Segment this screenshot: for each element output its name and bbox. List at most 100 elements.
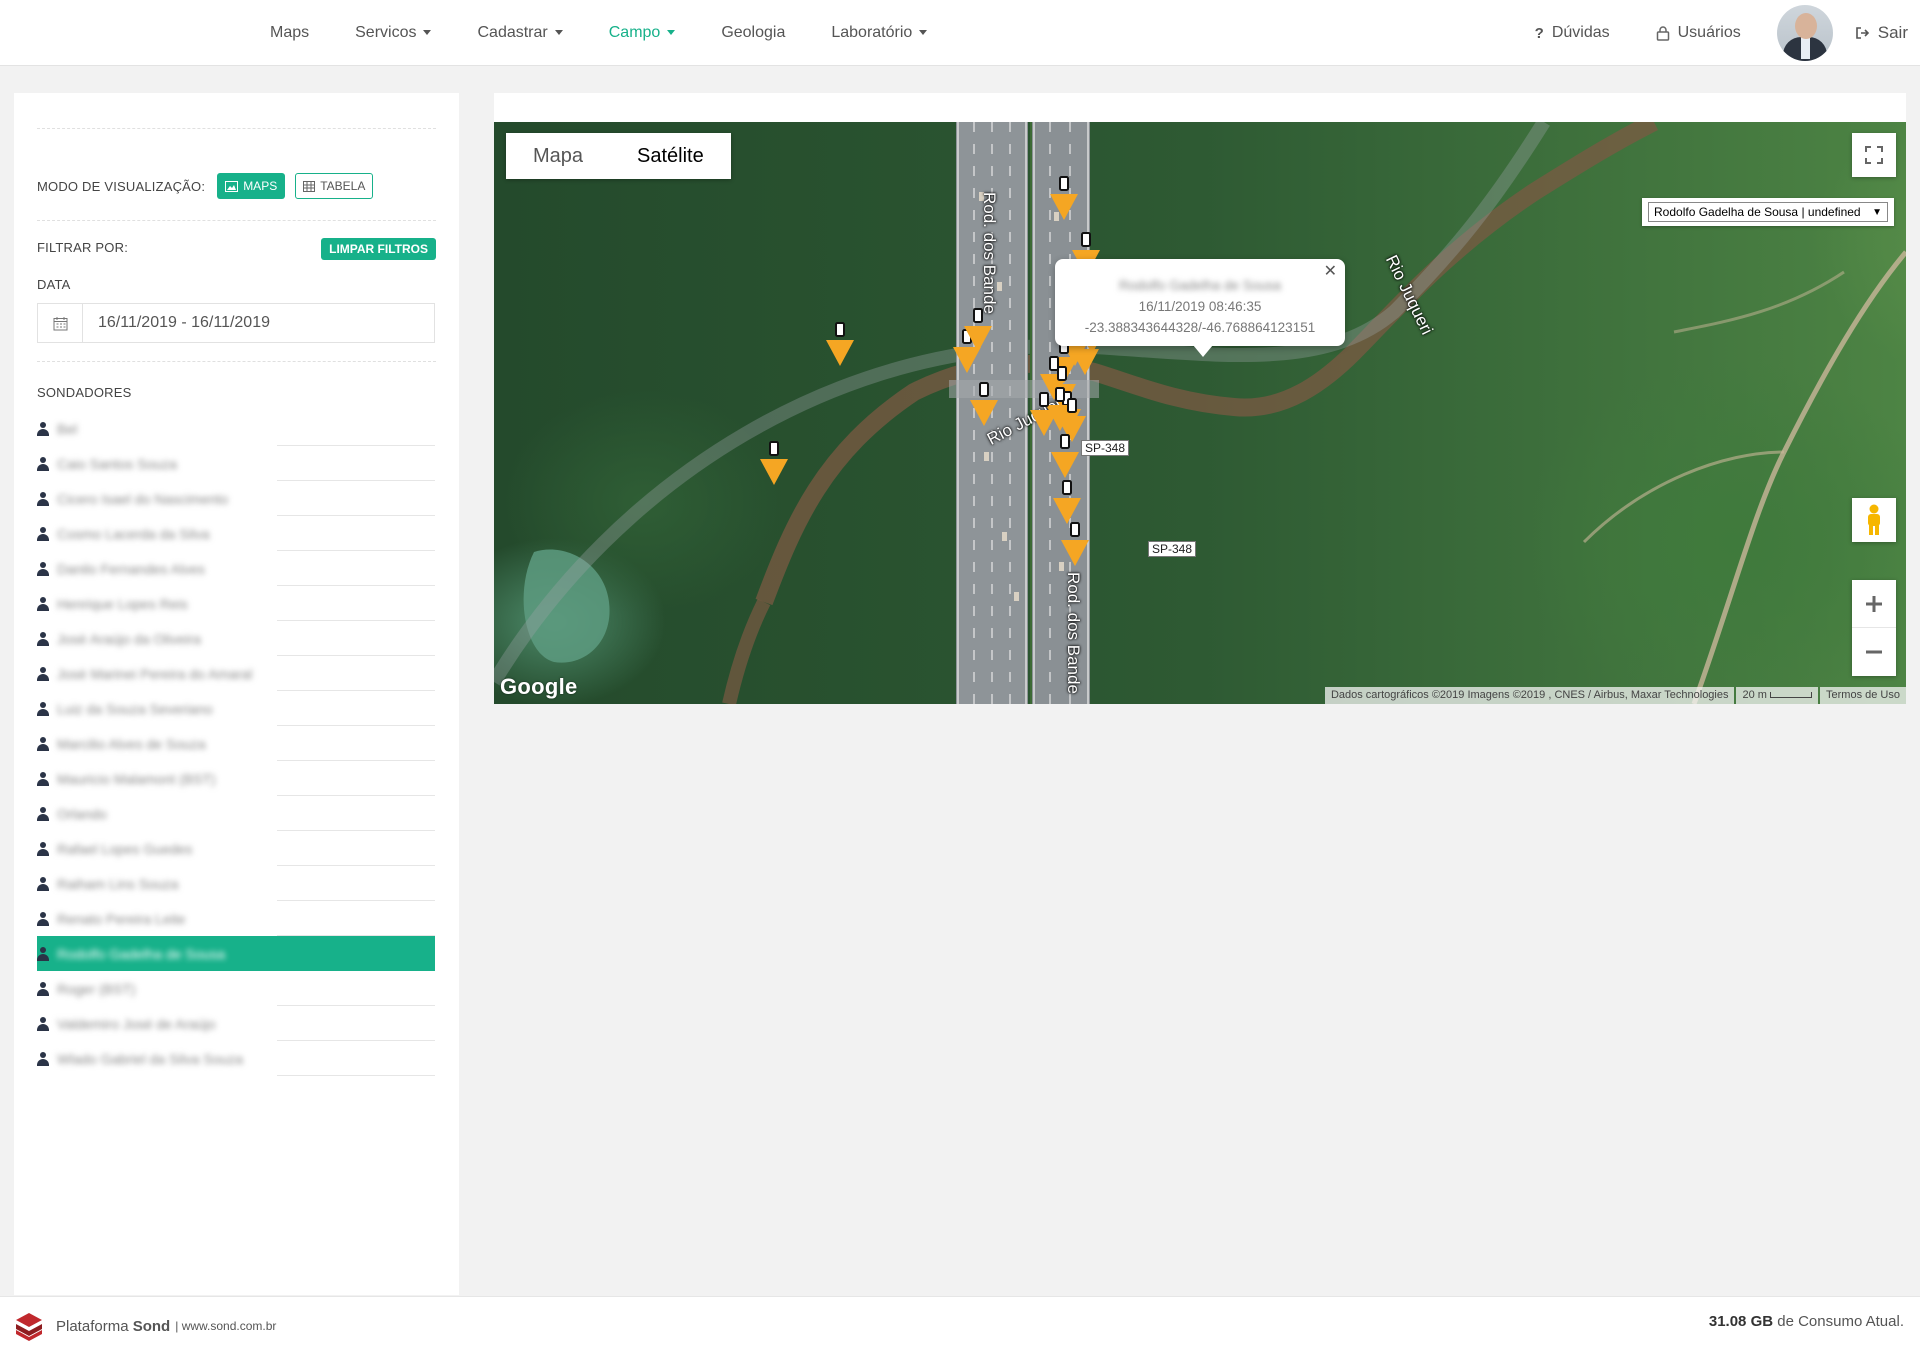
brand-name: Sond bbox=[132, 1317, 171, 1335]
sondador-item[interactable]: Roger (BST) bbox=[37, 971, 435, 1006]
terms-link[interactable]: Termos de Uso bbox=[1820, 687, 1906, 704]
position-marker[interactable] bbox=[964, 308, 992, 352]
sond-logo-icon bbox=[16, 1313, 42, 1341]
sondador-name: Josè Marinei Pereira do Amaral bbox=[57, 665, 253, 682]
sondador-item[interactable]: Rodolfo Gadelha de Sousa bbox=[37, 936, 435, 971]
storage-usage: 31.08 GB de Consumo Atual. bbox=[1709, 1313, 1904, 1330]
date-range-input[interactable] bbox=[83, 304, 434, 342]
nav-geologia[interactable]: Geologia bbox=[721, 24, 785, 42]
map-type-map-button[interactable]: Mapa bbox=[506, 133, 610, 179]
user-icon bbox=[37, 876, 49, 891]
user-icon bbox=[37, 771, 49, 786]
nav-maps[interactable]: Maps bbox=[270, 24, 309, 42]
info-coords: -23.388343644328/-46.768864123151 bbox=[1084, 320, 1316, 335]
user-select[interactable]: Rodolfo Gadelha de Sousa | undefined ▼ bbox=[1642, 198, 1894, 226]
sign-out-icon bbox=[1855, 27, 1869, 39]
google-logo: Google bbox=[500, 674, 578, 699]
sondadores-list: Bel Caio Santos Souza Cicero Isael do Nasc… bbox=[37, 411, 435, 1076]
sondador-item[interactable]: Cosmo Lacerda da Silva bbox=[37, 516, 435, 551]
nav-duvidas[interactable]: ? Dúvidas bbox=[1535, 24, 1610, 42]
map-type-control: Mapa Satélite bbox=[506, 133, 731, 179]
sondador-name: Henrique Lopes Reis bbox=[57, 595, 188, 612]
user-icon bbox=[37, 981, 49, 996]
zoom-out-button[interactable] bbox=[1852, 628, 1896, 676]
user-icon bbox=[37, 631, 49, 646]
sondador-name: Cosmo Lacerda da Silva bbox=[57, 525, 210, 542]
user-icon bbox=[37, 701, 49, 716]
storage-text: de Consumo Atual. bbox=[1777, 1313, 1904, 1330]
info-name: Rodolfo Gadelha de Sousa bbox=[1118, 278, 1282, 293]
satellite-map[interactable]: Rod. dos Bande Rod. dos Bande Rio Juquer… bbox=[494, 122, 1906, 704]
sondador-name: Mauricio Malamont (BST) bbox=[57, 770, 216, 787]
position-marker[interactable] bbox=[1061, 522, 1089, 566]
sondador-item[interactable]: Rafael Lopes Guedes bbox=[37, 831, 435, 866]
user-icon bbox=[37, 806, 49, 821]
nav-usuarios-label: Usuários bbox=[1677, 24, 1741, 41]
caret-down-icon bbox=[667, 29, 676, 35]
sondador-item[interactable]: Luiz da Souza Severiano bbox=[37, 691, 435, 726]
fullscreen-icon bbox=[1865, 146, 1883, 164]
divider bbox=[37, 220, 436, 221]
nav-campo[interactable]: Campo bbox=[609, 24, 676, 42]
storage-value: 31.08 GB bbox=[1708, 1313, 1774, 1330]
position-marker[interactable] bbox=[1050, 176, 1078, 220]
user-icon bbox=[37, 946, 49, 961]
calendar-icon[interactable] bbox=[38, 304, 83, 342]
sondador-item[interactable]: Cicero Isael do Nascimento bbox=[37, 481, 435, 516]
nav-cadastrar-label: Cadastrar bbox=[477, 24, 548, 41]
position-marker[interactable] bbox=[760, 441, 788, 485]
sondador-item[interactable]: Marcilio Alves de Souza bbox=[37, 726, 435, 761]
pegman-icon bbox=[1868, 504, 1880, 535]
position-marker[interactable] bbox=[970, 382, 998, 426]
position-marker[interactable] bbox=[1053, 480, 1081, 524]
sondador-item[interactable]: Josè Araújo da Oliveira bbox=[37, 621, 435, 656]
footer: Plataforma Sond | www.sond.com.br 31.08 … bbox=[0, 1296, 1920, 1352]
user-icon bbox=[37, 841, 49, 856]
position-marker[interactable] bbox=[826, 322, 854, 366]
main-menu: Maps Servicos Cadastrar Campo Geologia L… bbox=[270, 0, 928, 66]
zoom-control bbox=[1852, 580, 1896, 676]
sondador-item[interactable]: Josè Marinei Pereira do Amaral bbox=[37, 656, 435, 691]
nav-usuarios[interactable]: Usuários bbox=[1656, 24, 1741, 42]
nav-servicos[interactable]: Servicos bbox=[355, 24, 432, 42]
sondador-name: Roger (BST) bbox=[57, 980, 136, 997]
sondador-item[interactable]: Orlando bbox=[37, 796, 435, 831]
avatar[interactable] bbox=[1776, 5, 1833, 61]
sondador-name: Josè Araújo da Oliveira bbox=[57, 630, 201, 647]
scale-bar[interactable]: 20 m bbox=[1736, 687, 1819, 704]
nav-sair-label: Sair bbox=[1877, 23, 1908, 42]
user-menu: ? Dúvidas Usuários Sair bbox=[1535, 0, 1908, 66]
nav-cadastrar[interactable]: Cadastrar bbox=[477, 24, 563, 42]
fullscreen-button[interactable] bbox=[1852, 133, 1896, 177]
sondador-item[interactable]: Renato Pereira Leite bbox=[37, 901, 435, 936]
nav-sair[interactable]: Sair bbox=[1855, 23, 1908, 43]
street-view-button[interactable] bbox=[1852, 498, 1896, 542]
maps-mode-button[interactable]: MAPS bbox=[217, 173, 286, 199]
sondador-item[interactable]: Raiham Lins Souza bbox=[37, 866, 435, 901]
zoom-in-button[interactable] bbox=[1852, 580, 1896, 628]
brand-prefix: Plataforma bbox=[56, 1317, 129, 1335]
sondador-item[interactable]: Wlado Gabriel da Silva Souza bbox=[37, 1041, 435, 1076]
triangle-down-icon: ▼ bbox=[1872, 206, 1882, 218]
clear-filters-button[interactable]: LIMPAR FILTROS bbox=[321, 238, 436, 260]
brand-url[interactable]: www.sond.com.br bbox=[182, 1319, 277, 1333]
nav-laboratorio[interactable]: Laboratório bbox=[831, 24, 928, 42]
sondador-item[interactable]: Mauricio Malamont (BST) bbox=[37, 761, 435, 796]
sondador-item[interactable]: Caio Santos Souza bbox=[37, 446, 435, 481]
user-icon bbox=[37, 491, 49, 506]
user-icon bbox=[37, 911, 49, 926]
position-marker[interactable] bbox=[1051, 434, 1079, 478]
sondador-item[interactable]: Bel bbox=[37, 411, 435, 446]
date-range-field[interactable] bbox=[37, 303, 435, 343]
sondador-item[interactable]: Valdemiro José de Araújo bbox=[37, 1006, 435, 1041]
sondador-item[interactable]: Danilo Fernandes Alves bbox=[37, 551, 435, 586]
marker-info-window: ✕ Rodolfo Gadelha de Sousa 16/11/2019 08… bbox=[1055, 259, 1345, 357]
sondador-name: Valdemiro José de Araújo bbox=[57, 1015, 216, 1032]
nav-servicos-label: Servicos bbox=[355, 24, 417, 41]
table-mode-label: TABELA bbox=[320, 179, 366, 193]
map-panel: Rod. dos Bande Rod. dos Bande Rio Juquer… bbox=[494, 93, 1906, 704]
map-type-satellite-button[interactable]: Satélite bbox=[610, 133, 731, 179]
brand: Plataforma Sond | www.sond.com.br bbox=[14, 1311, 276, 1341]
table-mode-button[interactable]: TABELA bbox=[295, 173, 374, 199]
sondador-item[interactable]: Henrique Lopes Reis bbox=[37, 586, 435, 621]
